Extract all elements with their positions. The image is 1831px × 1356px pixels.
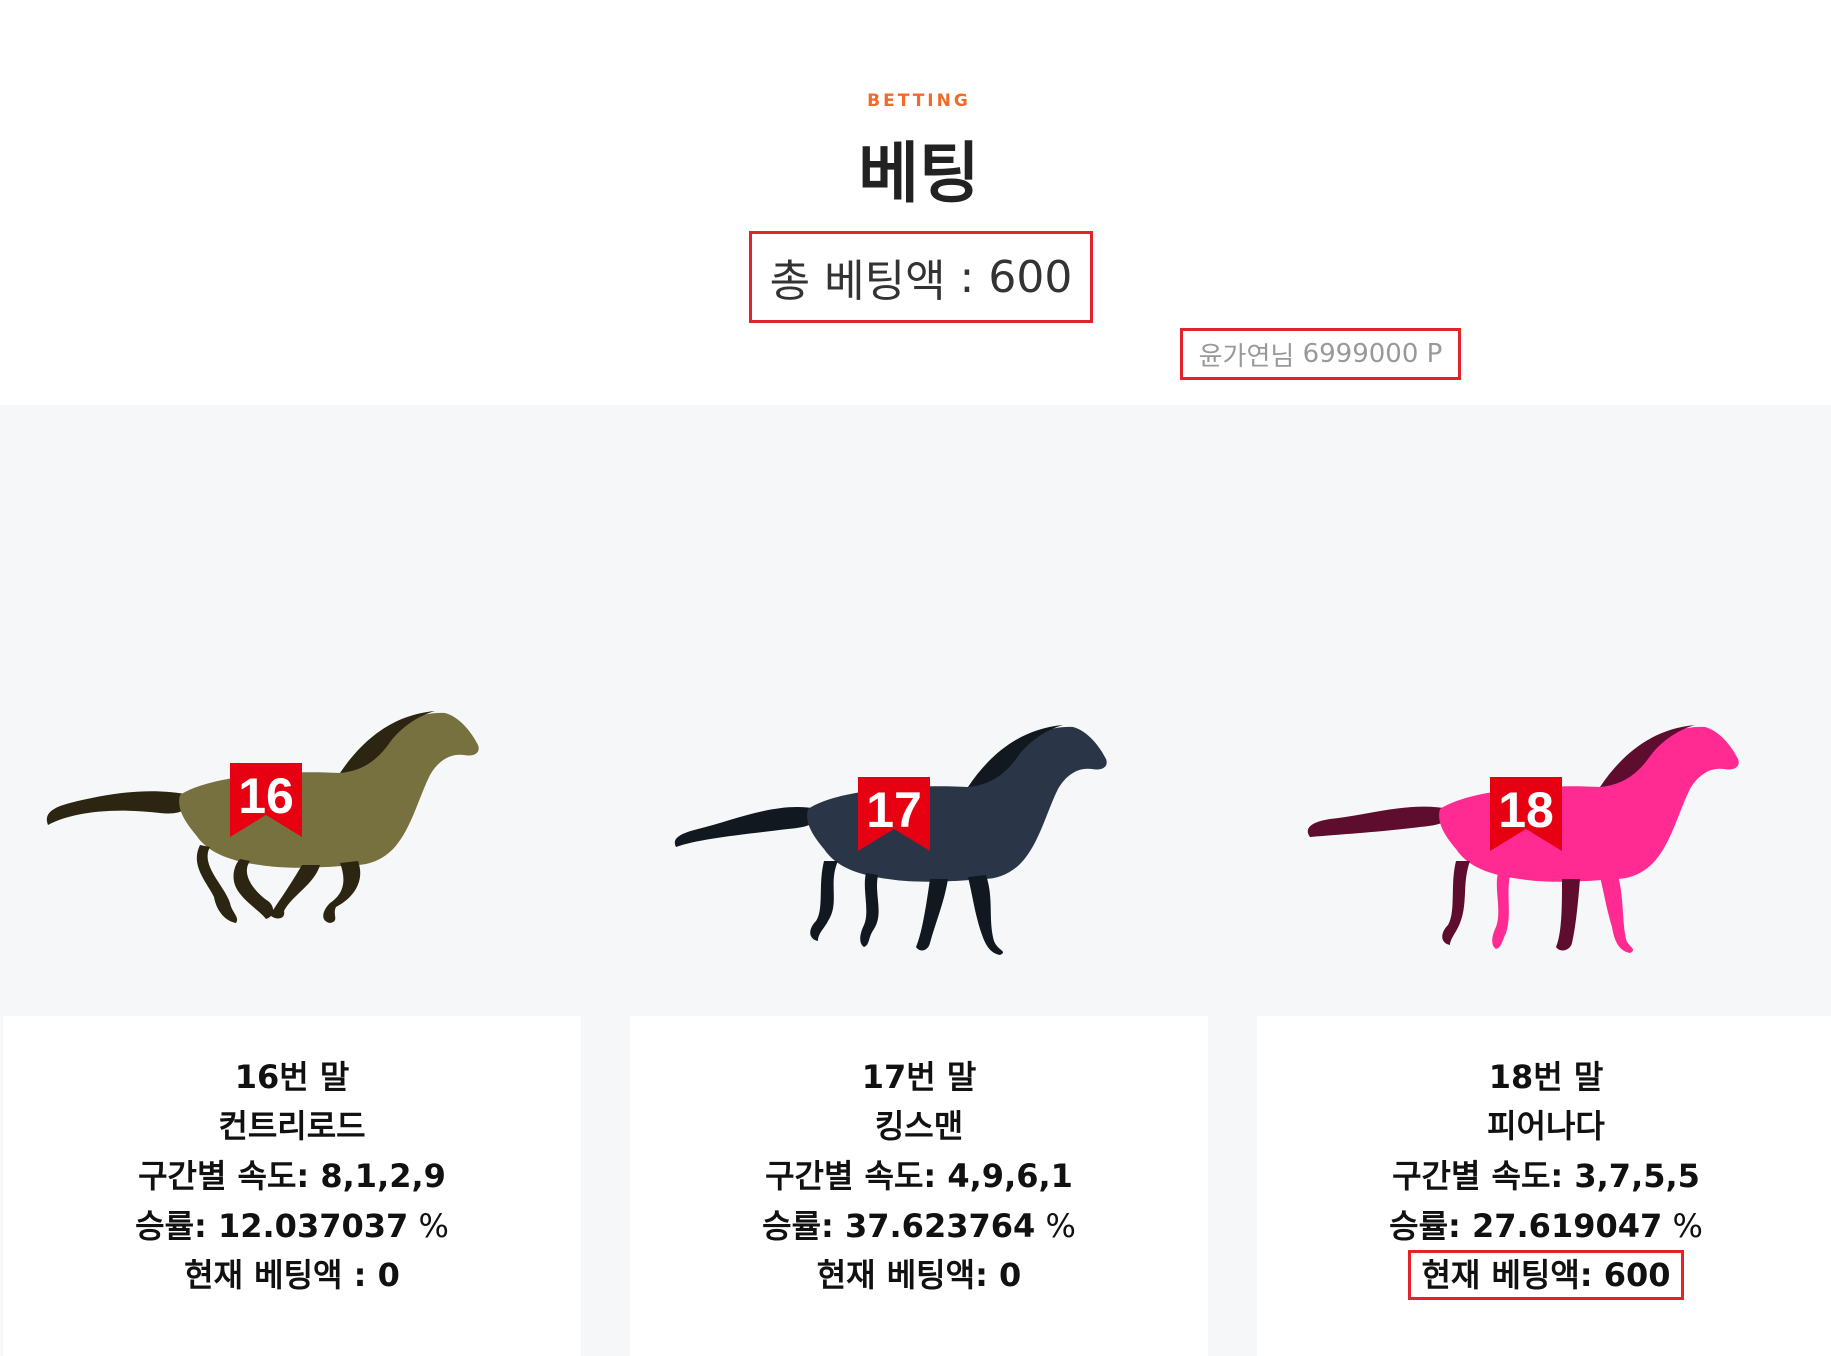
win-rate-value: 27.619047 bbox=[1471, 1207, 1663, 1245]
horse-name: 피어나다 bbox=[1487, 1107, 1605, 1145]
user-name: 윤가연님 bbox=[1198, 341, 1295, 372]
current-bet-value: 0 bbox=[999, 1256, 1022, 1294]
horse-number: 16번 말 bbox=[234, 1058, 350, 1096]
horse-name: 컨트리로드 bbox=[218, 1107, 366, 1145]
user-points-unit: P bbox=[1426, 339, 1443, 369]
horse-number: 18번 말 bbox=[1488, 1058, 1604, 1096]
current-bet-value: 600 bbox=[1603, 1256, 1671, 1294]
saddle-number: 16 bbox=[238, 768, 294, 824]
win-rate-label: 승률: bbox=[1389, 1207, 1461, 1245]
current-bet: 현재 베팅액: 0 bbox=[630, 1250, 1208, 1296]
horse-18-image[interactable]: 18 bbox=[1300, 689, 1750, 959]
speed-value: 4,9,6,1 bbox=[947, 1157, 1073, 1195]
horse-front-leg-a bbox=[323, 861, 361, 923]
section-eyebrow: BETTING bbox=[867, 91, 971, 111]
win-rate: 승률: 37.623764 % bbox=[630, 1201, 1208, 1247]
current-bet-highlight: 현재 베팅액: 600 bbox=[1408, 1250, 1684, 1300]
speed-label: 구간별 속도: bbox=[138, 1157, 310, 1195]
saddle-number: 18 bbox=[1498, 782, 1554, 838]
total-bet-separator: : bbox=[945, 251, 989, 303]
horse-front-leg-b bbox=[270, 865, 320, 919]
current-bet-label: 현재 베팅액 bbox=[184, 1256, 343, 1294]
total-bet-label: 총 베팅액 bbox=[769, 256, 946, 307]
horse-back-leg-b bbox=[233, 859, 274, 919]
current-bet: 현재 베팅액 : 0 bbox=[3, 1250, 581, 1296]
horse-back-leg-b bbox=[860, 873, 879, 947]
speed-label: 구간별 속도: bbox=[1392, 1157, 1564, 1195]
horse-front-leg-a bbox=[1600, 875, 1634, 953]
current-bet-separator: : bbox=[1579, 1256, 1604, 1294]
percent-unit: % bbox=[1672, 1207, 1703, 1245]
user-points-value: 6999000 bbox=[1302, 339, 1419, 369]
horse-card-17[interactable]: 17번 말 킹스맨 구간별 속도: 4,9,6,1 승률: 37.623764 … bbox=[630, 1016, 1208, 1356]
saddle-number: 17 bbox=[866, 782, 922, 838]
horse-body bbox=[807, 726, 1107, 882]
percent-unit: % bbox=[418, 1207, 449, 1245]
percent-unit: % bbox=[1045, 1207, 1076, 1245]
current-bet-separator: : bbox=[342, 1256, 378, 1294]
win-rate: 승률: 27.619047 % bbox=[1257, 1201, 1831, 1247]
total-bet-box: 총 베팅액 : 600 bbox=[749, 231, 1093, 323]
horse-back-leg-a bbox=[810, 861, 838, 941]
horse-card-16[interactable]: 16번 말 컨트리로드 구간별 속도: 8,1,2,9 승률: 12.03703… bbox=[3, 1016, 581, 1356]
section-speed: 구간별 속도: 8,1,2,9 bbox=[3, 1151, 581, 1197]
speed-value: 8,1,2,9 bbox=[320, 1157, 446, 1195]
betting-page: BETTING 베팅 총 베팅액 : 600 윤가연님 6999000 P 16… bbox=[0, 0, 1831, 1356]
current-bet-label: 현재 베팅액 bbox=[816, 1256, 976, 1294]
section-speed: 구간별 속도: 4,9,6,1 bbox=[630, 1151, 1208, 1197]
total-bet-value: 600 bbox=[988, 251, 1073, 303]
horse-back-leg-a bbox=[1442, 861, 1470, 945]
page-title: 베팅 bbox=[858, 135, 980, 212]
horse-number: 17번 말 bbox=[861, 1058, 977, 1096]
speed-label: 구간별 속도: bbox=[765, 1157, 937, 1195]
win-rate-label: 승률: bbox=[762, 1207, 834, 1245]
win-rate: 승률: 12.037037 % bbox=[3, 1201, 581, 1247]
horse-body bbox=[179, 712, 479, 868]
user-points-box: 윤가연님 6999000 P bbox=[1180, 328, 1461, 380]
win-rate-value: 12.037037 bbox=[217, 1207, 409, 1245]
section-speed: 구간별 속도: 3,7,5,5 bbox=[1257, 1151, 1831, 1197]
win-rate-value: 37.623764 bbox=[844, 1207, 1036, 1245]
horses-section: 16 17 18 16번 말 컨트리로드 구간별 속도: 8,1,2,9 승률:… bbox=[0, 405, 1831, 1356]
horse-16-image[interactable]: 16 bbox=[40, 675, 490, 945]
horse-17-image[interactable]: 17 bbox=[668, 689, 1118, 959]
horse-body bbox=[1439, 726, 1739, 882]
current-bet: 현재 베팅액: 600 bbox=[1257, 1250, 1831, 1300]
horse-tail bbox=[46, 791, 191, 825]
header: BETTING 베팅 총 베팅액 : 600 윤가연님 6999000 P bbox=[0, 0, 1831, 405]
current-bet-label: 현재 베팅액 bbox=[1421, 1256, 1580, 1294]
current-bet-value: 0 bbox=[377, 1256, 400, 1294]
speed-value: 3,7,5,5 bbox=[1574, 1157, 1700, 1195]
current-bet-separator: : bbox=[975, 1256, 999, 1294]
horse-front-leg-a bbox=[968, 875, 1004, 955]
horse-name: 킹스맨 bbox=[874, 1107, 964, 1145]
horse-tail bbox=[674, 807, 818, 847]
horse-front-leg-b bbox=[1556, 879, 1580, 951]
horse-back-leg-b bbox=[1492, 873, 1510, 949]
horse-card-18[interactable]: 18번 말 피어나다 구간별 속도: 3,7,5,5 승률: 27.619047… bbox=[1257, 1016, 1831, 1356]
win-rate-label: 승률: bbox=[135, 1207, 207, 1245]
horse-tail bbox=[1307, 806, 1450, 837]
horse-front-leg-b bbox=[916, 879, 948, 951]
